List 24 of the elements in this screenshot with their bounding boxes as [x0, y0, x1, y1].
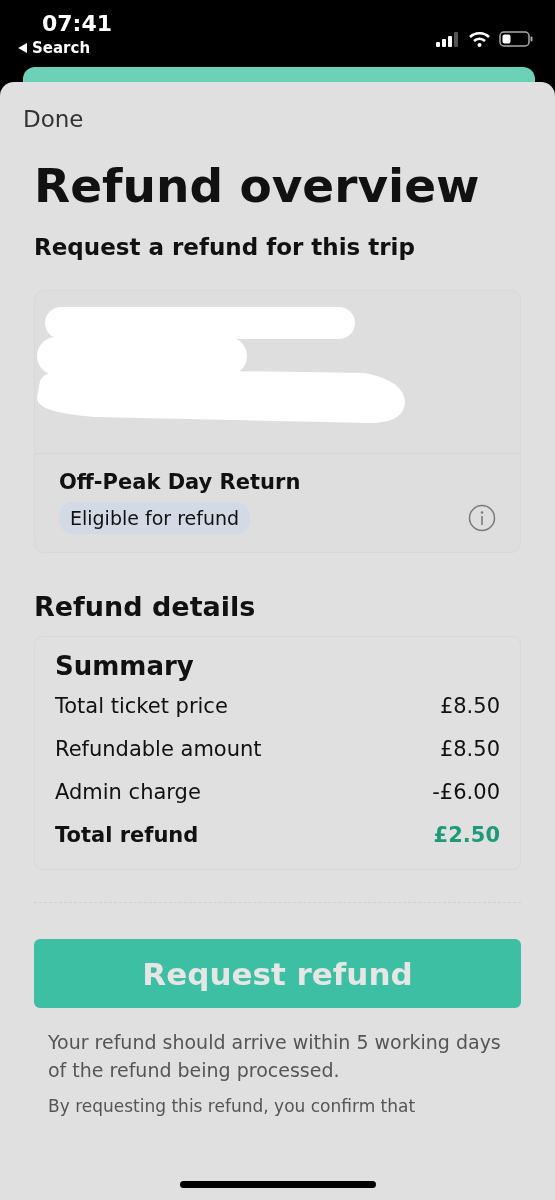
back-link[interactable]: Search [18, 38, 113, 58]
done-button[interactable]: Done [23, 106, 84, 132]
row-label: Refundable amount [55, 736, 262, 763]
page-title: Refund overview [34, 158, 481, 214]
status-time: 07:41 [41, 10, 113, 38]
ticket-name: Off-Peak Day Return [59, 470, 302, 494]
row-label: Total ticket price [55, 693, 228, 720]
row-amount: -£6.00 [432, 779, 500, 806]
back-arrow-icon [18, 43, 27, 53]
signal-icon [436, 31, 460, 47]
wifi-icon [469, 31, 490, 47]
info-icon[interactable] [468, 504, 496, 532]
row-amount: £8.50 [439, 693, 500, 720]
summary-title: Summary [55, 651, 195, 681]
info-text: Your refund should arrive within 5 working days of the refund being processed. [47, 1030, 502, 1083]
info-text: By requesting this refund, you confirm that [47, 1095, 417, 1118]
row-amount: £8.50 [439, 736, 500, 763]
row-label: Admin charge [55, 779, 201, 806]
battery-icon [499, 31, 533, 47]
section-heading: Refund details [34, 591, 257, 622]
row-amount: £2.50 [433, 822, 500, 849]
page-subtitle: Request a refund for this trip [34, 234, 416, 260]
eligibility-badge: Eligible for refund [59, 502, 251, 534]
row-label: Total refund [55, 822, 199, 849]
